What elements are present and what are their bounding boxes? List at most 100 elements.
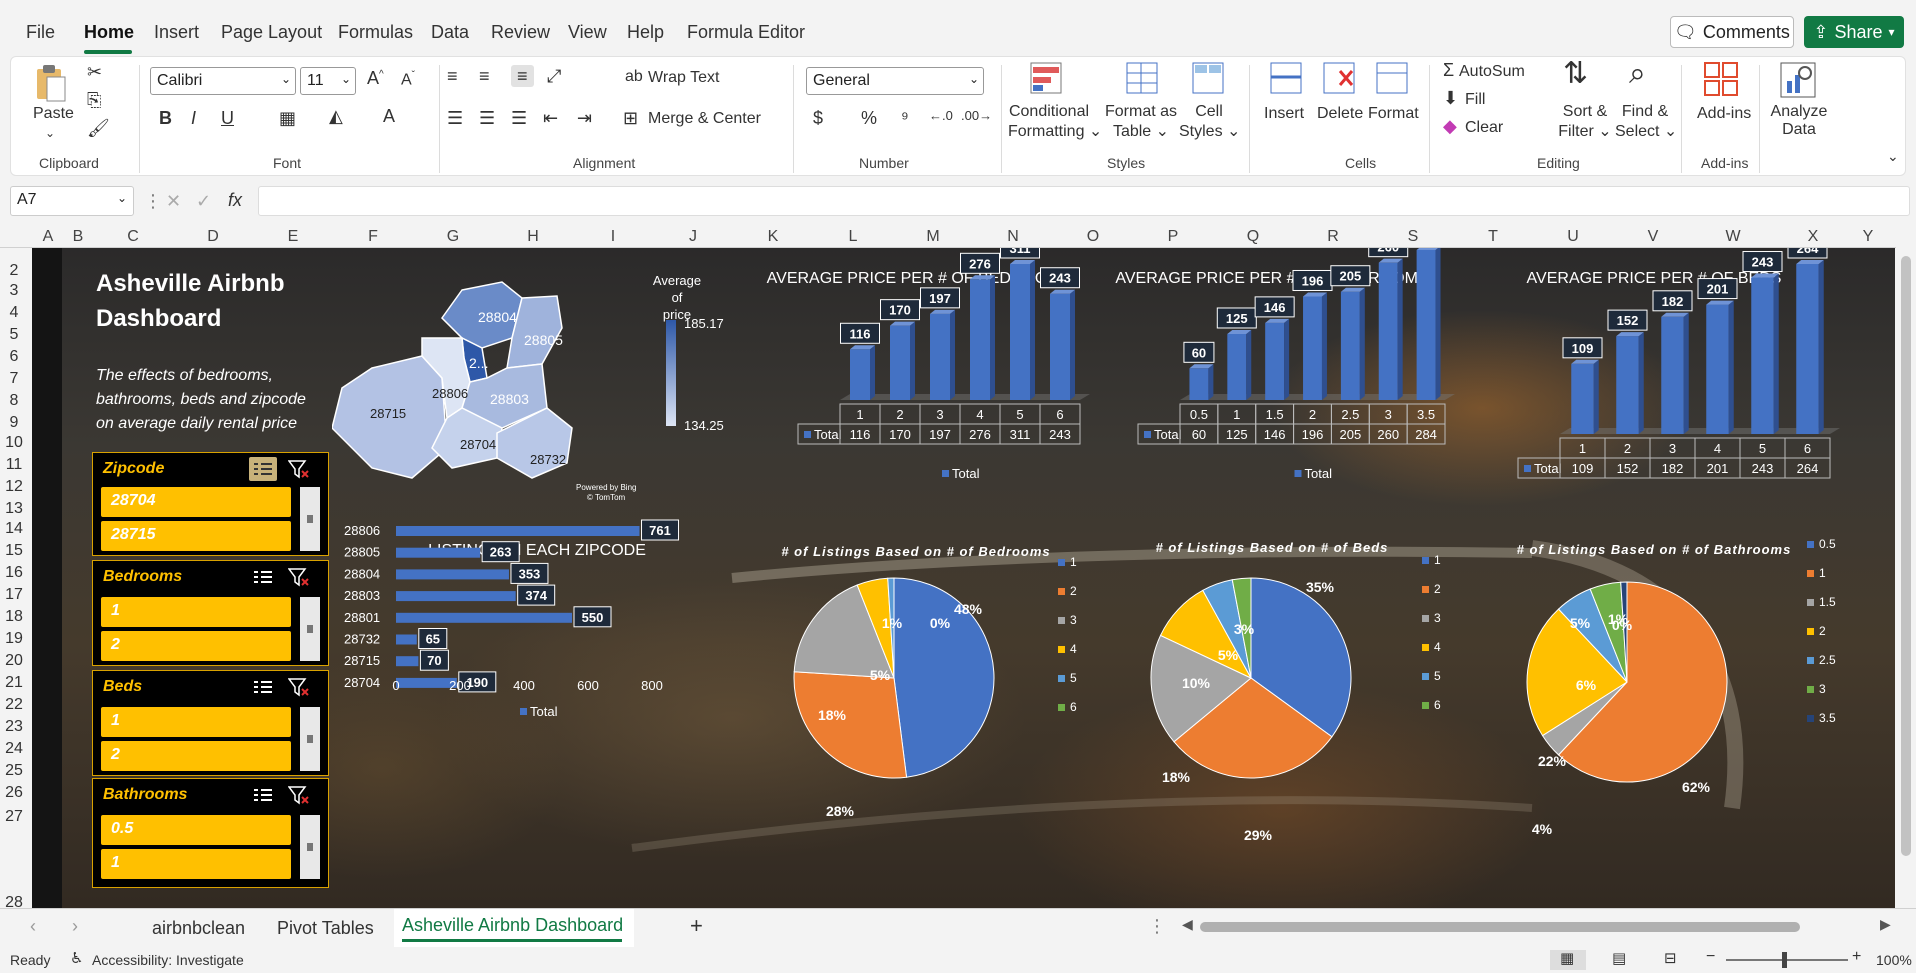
column-header[interactable]: H [527, 228, 539, 246]
menu-insert[interactable]: Insert [154, 22, 199, 43]
format-as-table-label[interactable]: Format as Table ⌄ [1101, 103, 1181, 141]
column-header[interactable]: I [611, 228, 615, 246]
format-painter-icon[interactable]: 🖌 [87, 119, 110, 137]
column-header[interactable]: U [1567, 228, 1579, 246]
column-header[interactable]: X [1808, 228, 1819, 246]
align-center-icon[interactable]: ☰ [479, 109, 495, 127]
column-header[interactable]: F [368, 228, 378, 246]
sheet-tab-active[interactable]: Asheville Airbnb Dashboard [394, 909, 634, 947]
column-header[interactable]: W [1725, 228, 1740, 246]
paste-icon[interactable] [33, 63, 66, 102]
scroll-thumb[interactable] [1200, 922, 1800, 932]
menu-page-layout[interactable]: Page Layout [221, 22, 322, 43]
currency-button[interactable]: $ [813, 109, 823, 127]
row-header[interactable]: 18 [0, 608, 28, 626]
align-top-icon[interactable]: ≡ [447, 67, 458, 85]
fill-color-icon[interactable]: ◭ [329, 107, 343, 125]
underline-button[interactable]: U [221, 109, 234, 127]
column-header[interactable]: D [207, 228, 219, 246]
row-header[interactable]: 15 [0, 542, 28, 560]
row-header[interactable]: 6 [0, 348, 28, 366]
copy-icon[interactable]: ⎘ [87, 91, 101, 109]
paste-label[interactable]: Paste [33, 105, 74, 123]
menu-file[interactable]: File [26, 22, 55, 43]
format-cells-icon[interactable] [1373, 61, 1411, 98]
column-header[interactable]: M [926, 228, 939, 246]
delete-cells-button[interactable]: Delete [1317, 105, 1363, 123]
decrease-indent-icon[interactable]: ⇤ [543, 109, 558, 127]
cell-styles-label[interactable]: Cell Styles ⌄ [1179, 103, 1240, 141]
delete-cells-icon[interactable] [1320, 61, 1358, 98]
add-ins-icon[interactable] [1703, 61, 1741, 102]
analyze-data-button[interactable]: Analyze Data [1767, 103, 1831, 139]
accessibility-icon[interactable]: ♿ [70, 951, 83, 966]
increase-font-icon[interactable]: A^ [367, 69, 384, 87]
menu-data[interactable]: Data [431, 22, 469, 43]
column-header[interactable]: P [1168, 228, 1179, 246]
menu-formula-editor[interactable]: Formula Editor [687, 22, 805, 43]
column-header[interactable]: V [1648, 228, 1659, 246]
format-as-table-icon[interactable] [1125, 61, 1159, 98]
menu-formulas[interactable]: Formulas [338, 22, 413, 43]
sheet-tab[interactable]: airbnbclean [152, 918, 245, 939]
row-header[interactable]: 5 [0, 326, 28, 344]
chevron-right-icon[interactable]: › [72, 917, 78, 935]
menu-home[interactable]: Home [84, 22, 134, 43]
merge-center-button[interactable]: Merge & Center [648, 110, 761, 128]
borders-icon[interactable]: ▦ [279, 109, 296, 127]
normal-view-button[interactable]: ▦ [1550, 950, 1586, 970]
format-cells-button[interactable]: Format [1368, 105, 1419, 123]
column-header[interactable]: K [768, 228, 779, 246]
chevron-right-icon[interactable]: ▶ [1880, 917, 1891, 931]
column-header[interactable]: C [127, 228, 139, 246]
page-break-icon[interactable]: ⊟ [1664, 951, 1677, 966]
row-header[interactable]: 14 [0, 520, 28, 538]
zoom-in-icon[interactable]: + [1852, 949, 1861, 965]
menu-view[interactable]: View [568, 22, 607, 43]
add-ins-button[interactable]: Add-ins [1697, 105, 1751, 123]
zoom-level[interactable]: 100% [1876, 952, 1912, 968]
column-header[interactable]: T [1488, 228, 1498, 246]
column-header[interactable]: Q [1247, 228, 1259, 246]
wrap-text-button[interactable]: Wrap Text [648, 69, 719, 87]
menu-review[interactable]: Review [491, 22, 550, 43]
row-header[interactable]: 13 [0, 500, 28, 518]
more-options-icon[interactable]: ⋮ [144, 192, 162, 210]
conditional-formatting-label[interactable]: Conditional Formatting ⌄ [1008, 103, 1102, 141]
autosum-button[interactable]: AutoSum [1459, 63, 1525, 81]
increase-decimal-icon[interactable]: ←.0 [929, 109, 953, 122]
row-header[interactable]: 23 [0, 718, 28, 736]
row-header[interactable]: 7 [0, 370, 28, 388]
row-header[interactable]: 20 [0, 652, 28, 670]
decrease-font-icon[interactable]: Aˇ [401, 71, 415, 88]
row-header[interactable]: 2 [0, 262, 28, 280]
autosum-icon[interactable]: Σ [1443, 61, 1454, 79]
scroll-thumb[interactable] [1901, 256, 1911, 856]
collapse-ribbon-icon[interactable]: ⌄ [1887, 149, 1899, 163]
row-header[interactable]: 26 [0, 784, 28, 802]
wrap-text-icon[interactable]: ab [625, 69, 643, 85]
sheet-tab[interactable]: Pivot Tables [277, 918, 374, 939]
row-header[interactable]: 12 [0, 478, 28, 496]
column-header[interactable]: N [1007, 228, 1019, 246]
column-header[interactable]: J [689, 228, 697, 246]
zoom-slider[interactable] [1726, 959, 1848, 961]
column-header[interactable]: R [1327, 228, 1339, 246]
analyze-data-icon[interactable] [1779, 61, 1817, 102]
name-box[interactable]: A7 ⌄ [10, 186, 134, 216]
number-format-select[interactable]: General ⌄ [806, 67, 984, 95]
insert-cells-button[interactable]: Insert [1264, 105, 1304, 123]
orientation-icon[interactable]: ⤢ [547, 67, 561, 85]
insert-cells-icon[interactable] [1267, 61, 1305, 98]
row-header[interactable]: 16 [0, 564, 28, 582]
page-layout-icon[interactable]: ▤ [1612, 951, 1626, 966]
add-sheet-icon[interactable]: + [690, 915, 703, 937]
column-header[interactable]: L [849, 228, 858, 246]
vertical-scrollbar[interactable] [1896, 226, 1916, 908]
italic-button[interactable]: I [191, 109, 196, 127]
fill-icon[interactable]: ⬇ [1443, 89, 1458, 107]
accessibility-status[interactable]: Accessibility: Investigate [92, 952, 244, 968]
column-header[interactable]: G [447, 228, 459, 246]
search-icon[interactable]: ⌕ [1629, 59, 1646, 89]
formula-input[interactable] [258, 186, 1910, 216]
